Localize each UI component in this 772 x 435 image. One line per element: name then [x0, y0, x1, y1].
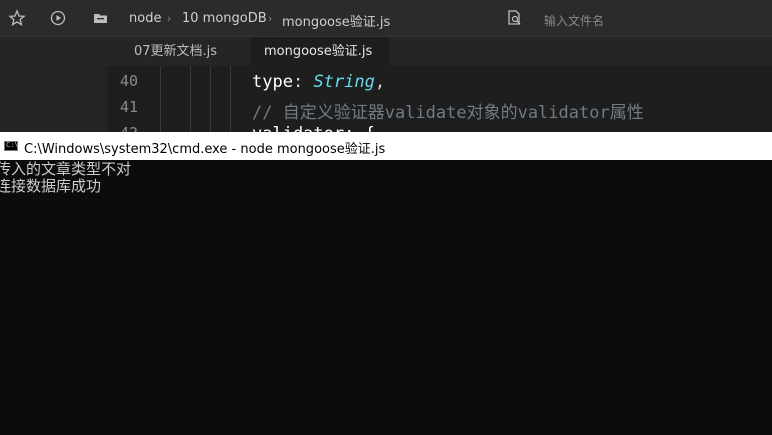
editor-gutter — [0, 66, 108, 132]
indent-guide — [190, 66, 191, 132]
code-colon: : — [292, 72, 314, 92]
run-icon[interactable] — [49, 9, 67, 27]
code-property: type — [252, 72, 293, 92]
star-icon[interactable] — [8, 9, 26, 27]
indent-guide — [210, 66, 211, 132]
line-number: 41 — [120, 98, 139, 116]
code-comment: // 自定义验证器validate对象的validator属性 — [252, 103, 644, 123]
console-output-line: 连接数据库成功 — [0, 177, 102, 195]
cmd-app-icon: C:\ — [4, 141, 19, 151]
file-search[interactable]: 输入文件名 — [502, 6, 768, 30]
indent-guide — [230, 66, 231, 132]
chevron-right-icon: › — [268, 12, 273, 25]
breadcrumb-file[interactable]: mongoose验证.js — [282, 11, 390, 30]
tab-mongoose[interactable]: mongoose验证.js — [250, 37, 390, 67]
cmd-title-bar[interactable]: C:\ C:\Windows\system32\cmd.exe - node m… — [0, 132, 772, 160]
chevron-right-icon: › — [167, 12, 172, 25]
line-number: 42 — [120, 124, 150, 132]
folder-icon — [92, 9, 110, 27]
code-comma: , — [374, 72, 386, 92]
editor-toolbar: node › 10 mongoDB › mongoose验证.js 输入文件名 — [0, 0, 772, 36]
breadcrumb-node[interactable]: node — [129, 11, 161, 26]
code-editor[interactable]: 40 41 42 type: String, // 自定义验证器validate… — [0, 66, 772, 132]
code-type: String — [313, 72, 375, 92]
line-number: 40 — [120, 72, 139, 90]
file-search-icon — [506, 9, 524, 27]
code-line: type: String, — [252, 72, 385, 92]
cmd-console[interactable]: 传入的文章类型不对 连接数据库成功 — [0, 160, 772, 435]
console-output-line: 传入的文章类型不对 — [0, 160, 132, 178]
code-line-partial: validator: { — [252, 124, 375, 132]
tab-07[interactable]: 07更新文档.js — [120, 37, 240, 67]
search-input[interactable]: 输入文件名 — [544, 12, 604, 29]
indent-guide — [160, 66, 161, 132]
cmd-window-title: C:\Windows\system32\cmd.exe - node mongo… — [24, 142, 386, 157]
editor-tab-bar: 07更新文档.js mongoose验证.js — [0, 36, 772, 67]
breadcrumb-folder[interactable]: 10 mongoDB — [182, 11, 267, 26]
